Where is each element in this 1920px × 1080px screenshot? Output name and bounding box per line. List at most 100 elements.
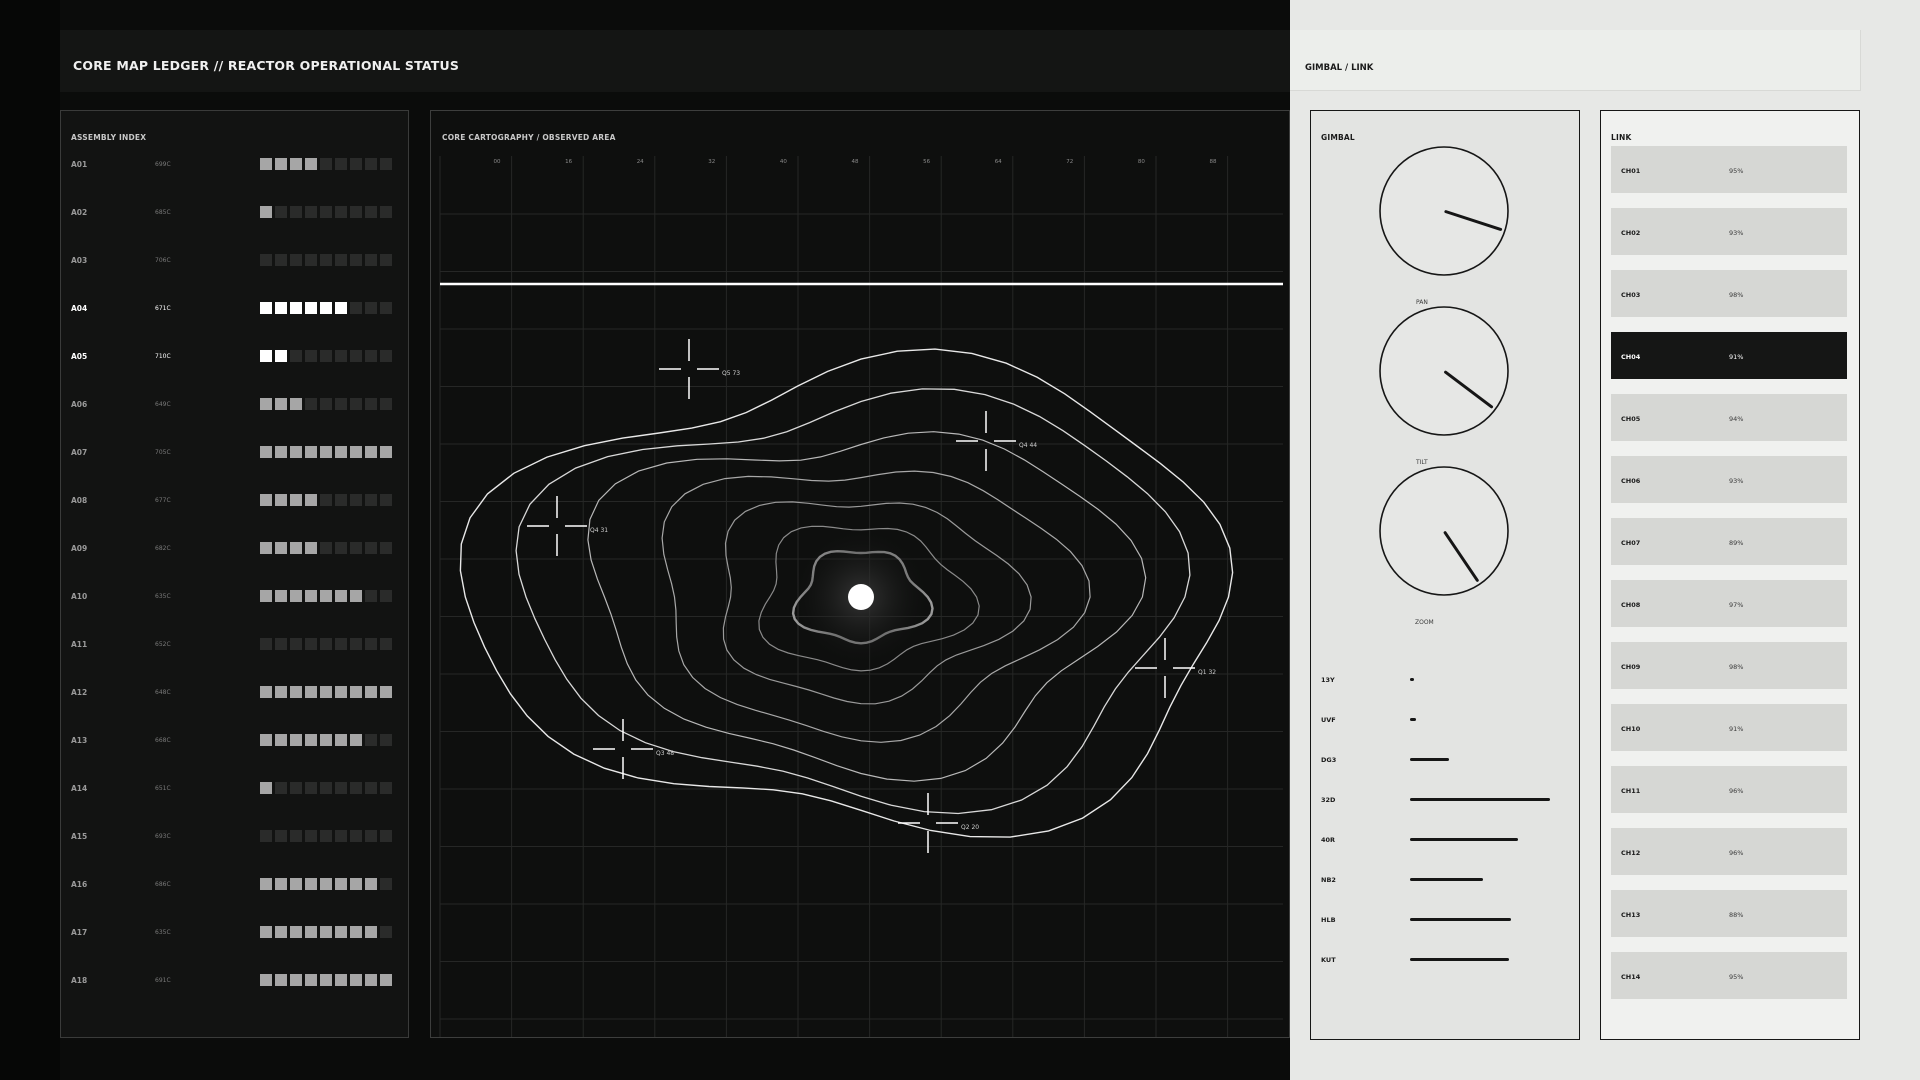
link-row[interactable]: CH03 98% [1611, 270, 1847, 317]
target-marker[interactable]: Q3 48 [593, 719, 674, 779]
assembly-row[interactable]: A07 705C [61, 446, 408, 460]
assembly-row[interactable]: A10 635C [61, 590, 408, 604]
link-row[interactable]: CH04 91% [1611, 332, 1847, 379]
level-segment [275, 158, 287, 170]
target-marker[interactable]: Q2 20 [898, 793, 979, 853]
level-segment [350, 446, 362, 458]
level-segment [335, 878, 347, 890]
link-row[interactable]: CH02 93% [1611, 208, 1847, 255]
map-tick-label: 88 [1210, 159, 1217, 165]
level-segment [335, 158, 347, 170]
level-segment [260, 350, 272, 362]
level-segment [320, 782, 332, 794]
link-row[interactable]: CH09 98% [1611, 642, 1847, 689]
assembly-row[interactable]: A01 699C [61, 158, 408, 172]
assembly-row[interactable]: A11 652C [61, 638, 408, 652]
link-quality: 91% [1729, 353, 1744, 361]
assembly-row[interactable]: A12 648C [61, 686, 408, 700]
assembly-row[interactable]: A13 668C [61, 734, 408, 748]
channel-label: NB2 [1321, 876, 1336, 884]
channel-level-bar [1410, 798, 1550, 801]
level-segment [290, 158, 302, 170]
level-segment [275, 830, 287, 842]
channel-level-bar [1410, 758, 1450, 761]
gimbal-dial[interactable] [1379, 306, 1509, 436]
assembly-row[interactable]: A16 686C [61, 878, 408, 892]
link-row[interactable]: CH06 93% [1611, 456, 1847, 503]
level-segment [290, 350, 302, 362]
level-segment [365, 830, 377, 842]
level-segment [350, 686, 362, 698]
level-segment [320, 926, 332, 938]
assembly-row[interactable]: A14 651C [61, 782, 408, 796]
level-segment [320, 734, 332, 746]
level-segment [380, 734, 392, 746]
assembly-row[interactable]: A06 649C [61, 398, 408, 412]
core-center-dot[interactable] [848, 584, 874, 610]
level-segment [290, 686, 302, 698]
assembly-row[interactable]: A08 677C [61, 494, 408, 508]
level-segment [335, 542, 347, 554]
level-segment [320, 830, 332, 842]
assembly-row[interactable]: A02 685C [61, 206, 408, 220]
assembly-temp: 635C [155, 593, 171, 600]
target-marker[interactable]: Q4 44 [956, 411, 1037, 471]
level-segment [335, 590, 347, 602]
level-segment [335, 302, 347, 314]
level-segment [305, 446, 317, 458]
assembly-row[interactable]: A04 671C [61, 302, 408, 316]
level-segment [365, 254, 377, 266]
level-segment [305, 782, 317, 794]
level-segment [380, 158, 392, 170]
assembly-row[interactable]: A09 682C [61, 542, 408, 556]
level-segment [275, 590, 287, 602]
assembly-row[interactable]: A15 693C [61, 830, 408, 844]
assembly-row[interactable]: A03 706C [61, 254, 408, 268]
gimbal-dial[interactable] [1379, 146, 1509, 276]
link-row[interactable]: CH07 89% [1611, 518, 1847, 565]
level-segment [320, 638, 332, 650]
level-segment [290, 542, 302, 554]
link-channel-id: CH07 [1621, 539, 1641, 547]
link-row[interactable]: CH08 97% [1611, 580, 1847, 627]
assembly-temp: 685C [155, 209, 171, 216]
level-segment [275, 254, 287, 266]
marker-label: Q2 20 [961, 824, 979, 831]
level-segment [275, 638, 287, 650]
level-segment [320, 350, 332, 362]
gimbal-dial[interactable] [1379, 466, 1509, 596]
level-segment [290, 734, 302, 746]
left-edge-strip [0, 0, 60, 1080]
link-row[interactable]: CH11 96% [1611, 766, 1847, 813]
link-row[interactable]: CH05 94% [1611, 394, 1847, 441]
channel-level-bar [1410, 838, 1518, 841]
level-segment [275, 350, 287, 362]
link-row[interactable]: CH10 91% [1611, 704, 1847, 751]
link-row[interactable]: CH01 95% [1611, 146, 1847, 193]
level-segment [320, 254, 332, 266]
link-row[interactable]: CH14 95% [1611, 952, 1847, 999]
assembly-temp: 699C [155, 161, 171, 168]
level-segment [335, 686, 347, 698]
assembly-row[interactable]: A17 635C [61, 926, 408, 940]
target-marker[interactable]: Q5 73 [659, 339, 740, 399]
assembly-index-panel: ASSEMBLY INDEX A01 699C A02 685C A03 706C A04 6… [60, 110, 409, 1038]
level-segment [380, 638, 392, 650]
level-segment [260, 494, 272, 506]
link-row[interactable]: CH13 88% [1611, 890, 1847, 937]
assembly-row[interactable]: A05 710C [61, 350, 408, 364]
assembly-row[interactable]: A18 691C [61, 974, 408, 988]
level-segment [350, 350, 362, 362]
link-channel-id: CH12 [1621, 849, 1641, 857]
map-tick-label: 24 [637, 159, 644, 165]
level-segment [275, 206, 287, 218]
link-row[interactable]: CH12 96% [1611, 828, 1847, 875]
link-channel-id: CH13 [1621, 911, 1641, 919]
assembly-index-label: ASSEMBLY INDEX [71, 133, 147, 142]
level-segment [275, 542, 287, 554]
assembly-temp: 652C [155, 641, 171, 648]
level-segment [380, 446, 392, 458]
level-segment [380, 782, 392, 794]
level-segment [305, 254, 317, 266]
level-segment [350, 302, 362, 314]
